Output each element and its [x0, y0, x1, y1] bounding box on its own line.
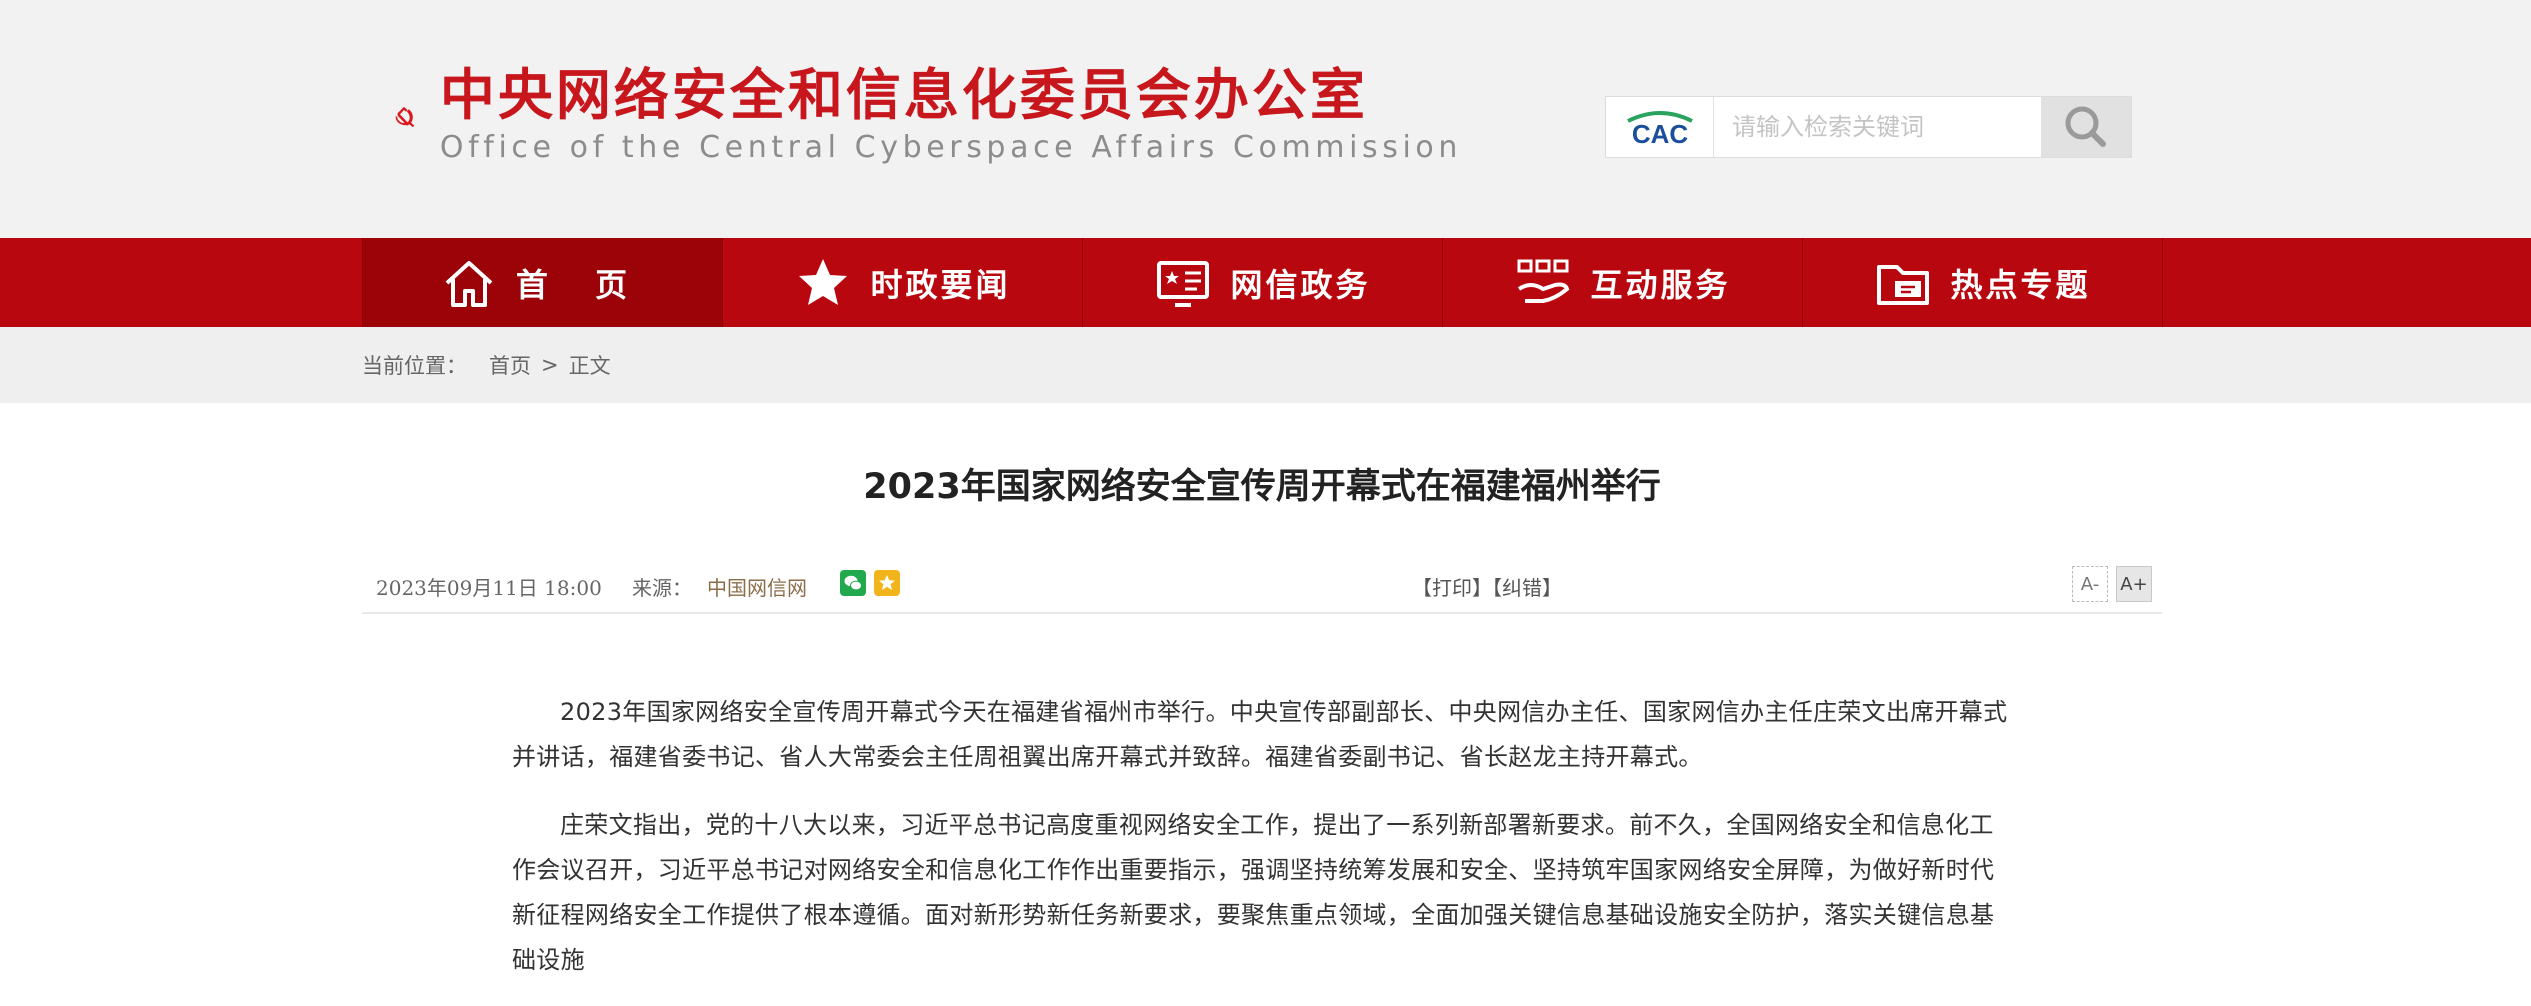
nav-label-service: 互动服务	[1590, 265, 1731, 304]
cac-logo-icon: CAC	[1626, 111, 1693, 147]
font-decrease-button[interactable]: A-	[2072, 566, 2108, 602]
article-date: 2023年09月11日 18:00	[376, 576, 602, 600]
nav-item-affairs[interactable]: 网信政务	[1083, 238, 1443, 327]
article-paragraph: 庄荣文指出，党的十八大以来，习近平总书记高度重视网络安全工作，提出了一系列新部署…	[512, 811, 1995, 974]
nav-label-topics: 热点专题	[1950, 265, 2091, 304]
print-link[interactable]: 【打印】	[1412, 576, 1492, 600]
qzone-icon[interactable]	[874, 570, 900, 596]
nav-label-home: 首 页	[515, 265, 646, 304]
search-button[interactable]	[2041, 97, 2131, 157]
service-icon	[1514, 254, 1572, 312]
site-header: 中央网络安全和信息化委员会办公室 Office of the Central C…	[0, 0, 2531, 238]
wechat-icon[interactable]	[840, 570, 866, 596]
nav-label-affairs: 网信政务	[1230, 265, 1371, 304]
site-logo[interactable]: 中央网络安全和信息化委员会办公室 Office of the Central C…	[392, 56, 1462, 176]
breadcrumb-current-link[interactable]: 正文	[569, 350, 611, 380]
cac-badge-text: CAC	[1631, 119, 1688, 147]
home-icon	[440, 254, 498, 312]
breadcrumb-prefix: 当前位置：	[362, 354, 467, 378]
breadcrumb-separator: >	[541, 353, 559, 377]
cac-badge: CAC	[1606, 97, 1714, 157]
search-input[interactable]	[1714, 97, 2041, 157]
nav-item-topics[interactable]: 热点专题	[1803, 238, 2163, 327]
party-emblem-icon	[395, 106, 415, 128]
article-paragraph: 2023年国家网络安全宣传周开幕式今天在福建省福州市举行。中央宣传部副部长、中央…	[512, 698, 2008, 771]
article-source: 中国网信网	[707, 576, 807, 600]
source-label: 来源：	[632, 576, 692, 600]
search-icon	[2065, 106, 2106, 147]
board-icon	[1154, 254, 1212, 312]
breadcrumb-bar: 当前位置： 首页 > 正文	[0, 327, 2531, 403]
nav-item-home[interactable]: 首 页	[363, 238, 723, 327]
breadcrumb-home-link[interactable]: 首页	[489, 350, 531, 380]
nav-item-service[interactable]: 互动服务	[1443, 238, 1803, 327]
breadcrumb: 当前位置： 首页 > 正文	[362, 327, 611, 403]
main-nav: 首 页 时政要闻 网信政务 互动服务 热点专题	[0, 238, 2531, 327]
site-title-cn: 中央网络安全和信息化委员会办公室	[439, 63, 1368, 127]
search-box: CAC	[1605, 96, 2132, 158]
article-body: 2023年国家网络安全宣传周开幕式今天在福建省福州市举行。中央宣传部副部长、中央…	[512, 690, 2012, 1006]
nav-item-news[interactable]: 时政要闻	[723, 238, 1083, 327]
correction-link[interactable]: 【纠错】	[1492, 576, 1562, 600]
article-title: 2023年国家网络安全宣传周开幕式在福建福州举行	[863, 467, 1661, 507]
font-increase-button[interactable]: A+	[2116, 566, 2152, 602]
site-title-en: Office of the Central Cyberspace Affairs…	[439, 130, 1462, 165]
folder-icon	[1874, 254, 1932, 312]
star-icon	[794, 254, 852, 312]
article-tools: 【打印】【纠错】	[1412, 572, 1562, 601]
article-meta: 2023年09月11日 18:00 来源： 中国网信网 【打印】【纠错】 A- …	[362, 560, 2162, 614]
nav-label-news: 时政要闻	[870, 265, 1011, 304]
